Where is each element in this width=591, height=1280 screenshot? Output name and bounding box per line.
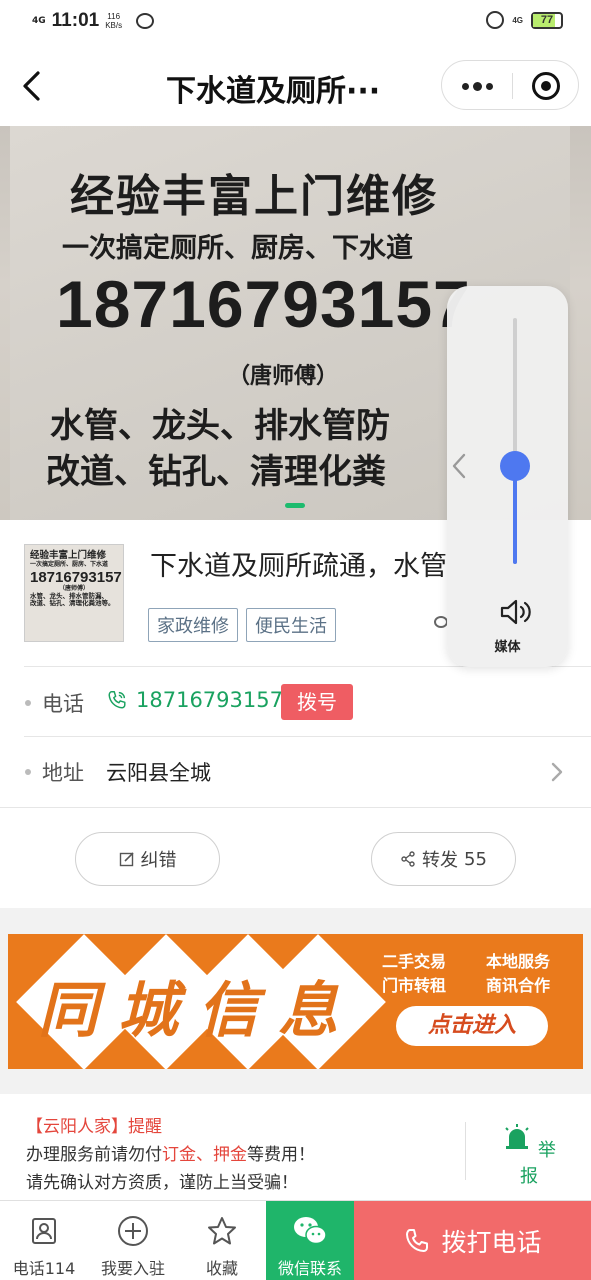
phone-label: 电话 xyxy=(42,692,84,716)
banner-line-2: 一次搞定厕所、厨房、下水道 xyxy=(62,233,413,264)
signal-indicator: 4G xyxy=(32,16,46,26)
report-button[interactable]: 举报 xyxy=(500,1124,558,1188)
eye-icon xyxy=(434,616,448,628)
notice-text: 等费用！ xyxy=(247,1145,315,1165)
network-speed: 116 KB/s xyxy=(105,12,122,30)
star-icon xyxy=(208,1217,236,1245)
capsule-divider xyxy=(512,73,513,99)
tab-label: 我要入驻 xyxy=(100,1259,165,1278)
phone-row: 电话 18716793157 拨号 xyxy=(0,670,591,736)
post-thumbnail[interactable]: 经验丰富上门维修 一次搞定厕所、厨房、下水道 18716793157 （唐师傅）… xyxy=(24,544,124,642)
network-speed-value: 116 xyxy=(107,12,121,21)
phone-number[interactable]: 18716793157 xyxy=(136,688,283,712)
volume-slider-handle[interactable] xyxy=(500,450,530,481)
tag-list: 家政维修 便民生活 xyxy=(148,608,336,642)
tab-label: 电话114 xyxy=(12,1259,76,1278)
speaker-icon[interactable] xyxy=(498,597,534,627)
divider xyxy=(465,1122,466,1180)
status-right: 4G 77 xyxy=(486,11,563,29)
volume-track[interactable] xyxy=(513,318,517,564)
chevron-left-icon[interactable] xyxy=(444,451,474,481)
share-icon xyxy=(401,851,415,867)
back-icon[interactable] xyxy=(20,70,44,102)
post-title: 下水道及厕所疏通，水管 xyxy=(150,551,447,582)
tag-convenience[interactable]: 便民生活 xyxy=(246,608,336,642)
ad-banner[interactable]: 同城信息 二手交易 本地服务 门市转租 商讯合作 点击进入 xyxy=(8,934,583,1069)
correct-button[interactable]: 纠错 xyxy=(75,832,220,886)
network-speed-unit: KB/s xyxy=(105,21,123,30)
share-count: 55 xyxy=(464,848,487,870)
mini-program-capsule xyxy=(441,60,579,110)
notice-bracket: 】 xyxy=(111,1117,128,1137)
contact-icon xyxy=(32,1218,56,1244)
page-title: 下水道及厕所··· xyxy=(166,74,381,109)
plus-circle-icon xyxy=(118,1216,148,1246)
ad-item: 二手交易 xyxy=(382,952,447,971)
chevron-right-icon xyxy=(551,762,563,782)
status-bar: 4G 11:01 116 KB/s 4G 77 xyxy=(0,0,591,46)
thumb-phone: 18716793157 xyxy=(30,568,122,586)
notice-line-2: 办理服务前请勿付订金、押金等费用！ xyxy=(26,1140,315,1165)
notice-site: 云阳人家 xyxy=(43,1117,111,1137)
ad-item: 商讯合作 xyxy=(486,976,551,995)
notice-line-3: 请先确认对方资质，谨防上当受骗！ xyxy=(26,1173,298,1193)
bullet-icon xyxy=(25,700,31,706)
tab-join[interactable]: 我要入驻 xyxy=(88,1201,178,1280)
bottom-tab-bar: 电话114 我要入驻 收藏 微信联系 拨打电话 xyxy=(0,1200,591,1280)
banner-line-6: 改道、钻孔、清理化粪 xyxy=(46,452,386,492)
notice-remind: 提醒 xyxy=(128,1117,162,1137)
address-row[interactable]: 地址 云阳县全城 xyxy=(0,739,591,805)
wechat-icon xyxy=(136,13,155,29)
notice-highlight: 订金、押金 xyxy=(162,1145,247,1165)
clock: 11:01 xyxy=(51,10,100,31)
battery-icon: 77 xyxy=(531,11,563,29)
wechat-icon xyxy=(294,1217,327,1245)
status-left: 4G 11:01 116 KB/s xyxy=(32,10,155,32)
notice-text: 办理服务前请勿付 xyxy=(26,1145,162,1165)
ad-item: 本地服务 xyxy=(486,952,551,971)
tab-favorite[interactable]: 收藏 xyxy=(178,1201,266,1280)
phone-icon xyxy=(406,1229,429,1252)
share-button[interactable]: 转发 55 xyxy=(371,832,516,886)
nav-bar: 下水道及厕所··· xyxy=(0,46,591,126)
ad-enter-button[interactable]: 点击进入 xyxy=(396,1006,548,1046)
share-label: 转发 xyxy=(422,850,459,871)
address-value: 云阳县全城 xyxy=(106,761,211,785)
tab-label: 收藏 xyxy=(205,1259,238,1278)
correct-label: 纠错 xyxy=(140,850,177,871)
call-label: 拨打电话 xyxy=(441,1228,542,1257)
tag-housekeeping[interactable]: 家政维修 xyxy=(148,608,238,642)
bullet-icon xyxy=(25,769,31,775)
edit-icon xyxy=(119,852,134,867)
address-label: 地址 xyxy=(42,761,84,785)
notice-title: 【云阳人家】提醒 xyxy=(26,1112,162,1137)
close-miniprogram-icon[interactable] xyxy=(532,72,560,100)
volume-panel: 媒体 xyxy=(447,286,568,667)
battery-level: 77 xyxy=(540,13,554,26)
phone-icon xyxy=(108,691,126,709)
tab-label: 微信联系 xyxy=(277,1259,342,1278)
carousel-indicator xyxy=(285,503,305,508)
banner-line-4: （唐师傅） xyxy=(228,364,339,389)
notice-bracket: 【 xyxy=(26,1117,43,1137)
network-type: 4G xyxy=(512,15,523,25)
divider xyxy=(24,736,591,737)
alarm-icon xyxy=(486,11,505,29)
ad-headline: 同城信息 xyxy=(38,976,358,1046)
dial-button[interactable]: 拨号 xyxy=(281,684,353,720)
thumb-line-6: 改道、钻孔、清理化粪池等。 xyxy=(30,599,115,608)
call-button[interactable]: 拨打电话 xyxy=(354,1201,591,1280)
banner-phone: 18716793157 xyxy=(56,267,471,341)
tab-wechat[interactable]: 微信联系 xyxy=(266,1201,354,1280)
more-icon[interactable] xyxy=(462,76,494,96)
ad-item: 门市转租 xyxy=(382,976,447,995)
safety-notice: 【云阳人家】提醒 办理服务前请勿付订金、押金等费用！ 请先确认对方资质，谨防上当… xyxy=(0,1094,591,1200)
thumb-line-2: 一次搞定厕所、厨房、下水道 xyxy=(30,560,109,568)
tab-phone114[interactable]: 电话114 xyxy=(0,1201,88,1280)
divider xyxy=(0,807,591,808)
banner-line-1: 经验丰富上门维修 xyxy=(70,171,438,222)
volume-label: 媒体 xyxy=(494,640,521,655)
banner-line-5: 水管、龙头、排水管防 xyxy=(50,406,390,446)
siren-icon xyxy=(505,1124,529,1149)
